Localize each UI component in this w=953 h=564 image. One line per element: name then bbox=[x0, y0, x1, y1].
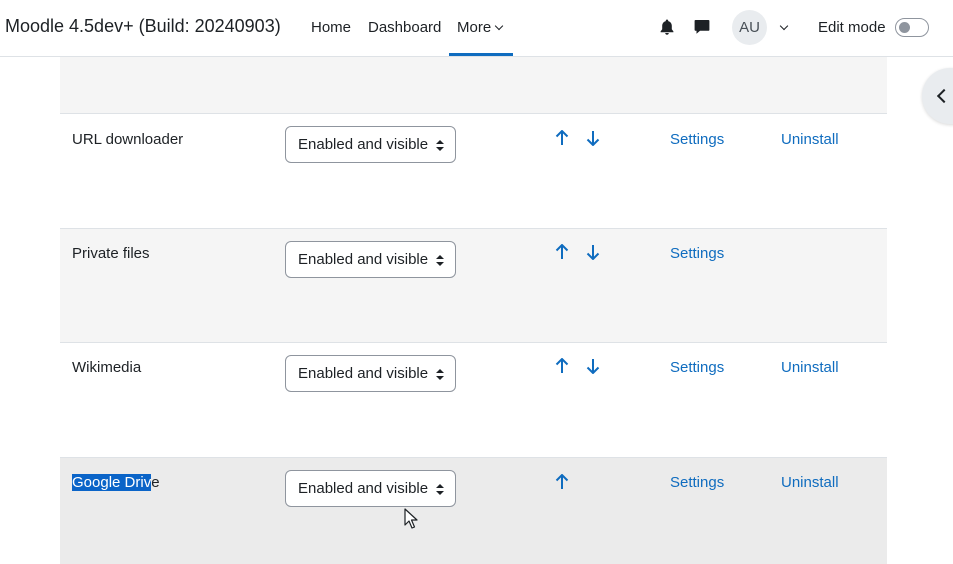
uninstall-link[interactable]: Uninstall bbox=[781, 131, 839, 148]
status-select[interactable]: Enabled and visible bbox=[285, 241, 456, 278]
status-select[interactable]: Enabled and visible bbox=[285, 355, 456, 392]
uninstall-link[interactable]: Uninstall bbox=[781, 359, 839, 376]
arrow-up-icon[interactable] bbox=[555, 130, 569, 146]
uninstall-link[interactable]: Uninstall bbox=[781, 474, 839, 491]
status-select-value: Enabled and visible bbox=[298, 251, 429, 268]
repository-name: URL downloader bbox=[72, 131, 184, 148]
repository-name: Wikimedia bbox=[72, 359, 142, 376]
select-arrows-icon bbox=[436, 369, 444, 380]
arrow-down-icon[interactable] bbox=[586, 130, 600, 146]
select-arrows-icon bbox=[436, 484, 444, 495]
chat-icon[interactable] bbox=[694, 19, 710, 35]
edit-mode-toggle[interactable] bbox=[895, 18, 929, 37]
select-arrows-icon bbox=[436, 255, 444, 266]
settings-link[interactable]: Settings bbox=[670, 474, 724, 491]
user-menu-chevron-down-icon[interactable] bbox=[779, 21, 789, 31]
settings-link[interactable]: Settings bbox=[670, 245, 724, 262]
repository-name: Private files bbox=[72, 245, 150, 262]
nav-home-link[interactable]: Home bbox=[311, 19, 351, 36]
status-select-value: Enabled and visible bbox=[298, 136, 429, 153]
edit-mode-label: Edit mode bbox=[818, 19, 886, 36]
open-drawer-button[interactable] bbox=[922, 68, 953, 124]
toggle-knob bbox=[899, 22, 910, 33]
select-arrows-icon bbox=[436, 140, 444, 151]
arrow-down-icon[interactable] bbox=[586, 358, 600, 374]
nav-more-menu[interactable]: More bbox=[457, 19, 504, 36]
table-row bbox=[60, 57, 887, 113]
chevron-left-icon bbox=[936, 88, 952, 104]
settings-link[interactable]: Settings bbox=[670, 359, 724, 376]
active-nav-indicator bbox=[449, 53, 513, 56]
selected-text: Google Driv bbox=[72, 474, 152, 491]
settings-link[interactable]: Settings bbox=[670, 131, 724, 148]
unselected-text: e bbox=[151, 474, 160, 491]
bell-icon[interactable] bbox=[660, 19, 674, 35]
arrow-up-icon[interactable] bbox=[555, 474, 569, 490]
arrow-up-icon[interactable] bbox=[555, 358, 569, 374]
table-row: Google Drive Enabled and visible Setting… bbox=[60, 457, 887, 564]
repository-name: Google Drive bbox=[72, 474, 160, 491]
user-avatar[interactable]: AU bbox=[732, 10, 767, 45]
arrow-down-icon[interactable] bbox=[586, 244, 600, 260]
top-navbar: Moodle 4.5dev+ (Build: 20240903) Home Da… bbox=[0, 0, 953, 57]
table-row: Wikimedia Enabled and visible Settings U… bbox=[60, 342, 887, 457]
chevron-down-icon bbox=[494, 21, 504, 31]
arrow-up-icon[interactable] bbox=[555, 244, 569, 260]
status-select-value: Enabled and visible bbox=[298, 365, 429, 382]
status-select-value: Enabled and visible bbox=[298, 480, 429, 497]
status-select[interactable]: Enabled and visible bbox=[285, 126, 456, 163]
table-row: Private files Enabled and visible Settin… bbox=[60, 228, 887, 342]
table-row: URL downloader Enabled and visible Setti… bbox=[60, 113, 887, 228]
site-brand[interactable]: Moodle 4.5dev+ (Build: 20240903) bbox=[5, 16, 281, 37]
nav-more-label: More bbox=[457, 19, 492, 36]
nav-dashboard-link[interactable]: Dashboard bbox=[368, 19, 441, 36]
mouse-cursor-icon bbox=[404, 508, 418, 529]
status-select[interactable]: Enabled and visible bbox=[285, 470, 456, 507]
